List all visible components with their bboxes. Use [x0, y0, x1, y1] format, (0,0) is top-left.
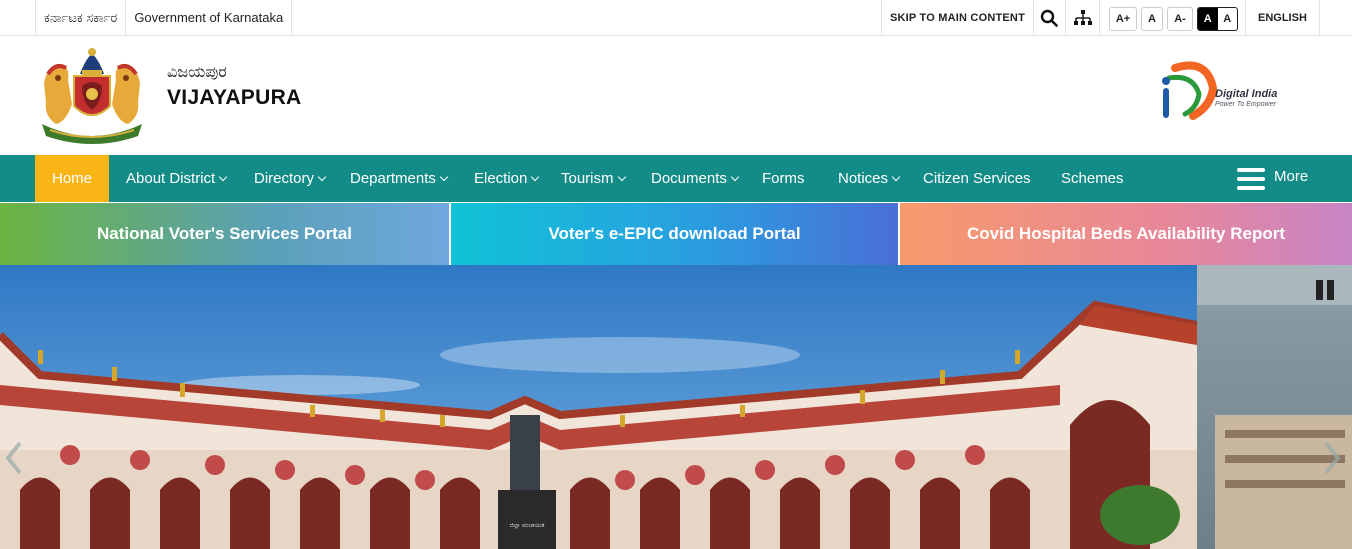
statue-plaque-text: ಜಿಲ್ಲಾ ಪಂಚಾಯತ	[510, 522, 545, 529]
nav-label: Schemes	[1061, 170, 1124, 187]
digital-india-tagline: Power To Empower	[1215, 101, 1276, 108]
site-title-kannada: ವಿಜಯಪುರ	[167, 64, 227, 81]
contrast-toggle: A A	[1197, 7, 1238, 31]
nav-label: Citizen Services	[923, 170, 1031, 187]
nav-label: Notices	[838, 170, 889, 187]
sitemap-button[interactable]	[1066, 0, 1100, 36]
site-header: ವಿಜಯಪುರ VIJAYAPURA Digital India Power T…	[0, 36, 1352, 155]
hero-slider: ಜಿಲ್ಲಾ ಪಂಚಾಯತ	[0, 265, 1352, 549]
main-navigation: Home About District Directory Department…	[0, 155, 1352, 202]
nav-about-district[interactable]: About District	[126, 155, 228, 202]
nav-label: Tourism	[561, 170, 614, 187]
pause-icon[interactable]	[1314, 279, 1336, 301]
nav-tourism[interactable]: Tourism	[561, 155, 626, 202]
chevron-down-icon	[531, 172, 540, 182]
chevron-down-icon	[617, 172, 626, 182]
hamburger-menu-icon[interactable]	[1237, 168, 1265, 190]
nav-notices[interactable]: Notices	[838, 155, 901, 202]
hero-slide-image: ಜಿಲ್ಲಾ ಪಂಚಾಯತ	[0, 265, 1352, 549]
chevron-right-icon[interactable]	[1322, 440, 1342, 476]
nav-documents[interactable]: Documents	[651, 155, 740, 202]
portal-label: National Voter's Services Portal	[96, 224, 353, 243]
sitemap-icon	[1073, 10, 1092, 25]
chevron-down-icon	[218, 172, 228, 182]
nav-directory[interactable]: Directory	[254, 155, 327, 202]
nav-more-label: More	[1274, 168, 1309, 185]
digital-india-logo[interactable]: Digital India Power To Empower	[1155, 58, 1285, 128]
nav-label: Forms	[762, 170, 805, 187]
nav-more[interactable]: More	[1274, 153, 1308, 200]
nav-label: Documents	[651, 170, 727, 187]
nav-label: Election	[474, 170, 528, 187]
covid-hospital-beds-report-button[interactable]: Covid Hospital Beds Availability Report	[900, 203, 1352, 265]
high-contrast-button[interactable]: A	[1198, 8, 1218, 30]
nav-label: About District	[126, 170, 216, 187]
search-icon	[1040, 9, 1058, 27]
font-increase-button[interactable]: A+	[1109, 7, 1137, 31]
site-title[interactable]: VIJAYAPURA	[167, 86, 302, 110]
nav-label: Home	[51, 170, 92, 187]
digital-india-text: Digital India	[1215, 88, 1278, 100]
skip-to-main-content-link[interactable]: SKIP TO MAIN CONTENT	[881, 0, 1034, 36]
nav-schemes[interactable]: Schemes	[1061, 155, 1124, 202]
nav-citizen-services[interactable]: Citizen Services	[923, 155, 1031, 202]
chevron-down-icon	[891, 172, 901, 182]
chevron-down-icon	[317, 172, 327, 182]
top-utility-bar: ಕರ್ನಾಟಕ ಸರ್ಕಾರ Government of Karnataka S…	[0, 0, 1352, 36]
portal-label: Voter's e-EPIC download Portal	[548, 224, 801, 243]
font-normal-button[interactable]: A	[1141, 7, 1163, 31]
kannada-gov-label[interactable]: ಕರ್ನಾಟಕ ಸರ್ಕಾರ	[35, 0, 125, 36]
gov-links: ಕರ್ನಾಟಕ ಸರ್ಕಾರ Government of Karnataka	[35, 0, 293, 36]
normal-contrast-button[interactable]: A	[1218, 8, 1238, 30]
language-selector[interactable]: ENGLISH	[1245, 0, 1320, 36]
karnataka-emblem-logo[interactable]	[36, 44, 148, 146]
nav-label: Directory	[254, 170, 315, 187]
portal-label: Covid Hospital Beds Availability Report	[966, 224, 1286, 243]
government-of-karnataka-link[interactable]: Government of Karnataka	[125, 0, 293, 36]
nav-election[interactable]: Election	[474, 155, 540, 202]
chevron-left-icon[interactable]	[4, 440, 24, 476]
search-button[interactable]	[1032, 0, 1066, 36]
nav-departments[interactable]: Departments	[350, 155, 449, 202]
nav-label: Departments	[350, 170, 436, 187]
chevron-down-icon	[730, 172, 740, 182]
font-decrease-button[interactable]: A-	[1167, 7, 1193, 31]
voters-e-epic-download-portal-button[interactable]: Voter's e-EPIC download Portal	[451, 203, 898, 265]
chevron-down-icon	[439, 172, 449, 182]
national-voters-services-portal-button[interactable]: National Voter's Services Portal	[0, 203, 449, 265]
nav-forms[interactable]: Forms	[762, 155, 805, 202]
nav-home[interactable]: Home	[35, 155, 109, 202]
